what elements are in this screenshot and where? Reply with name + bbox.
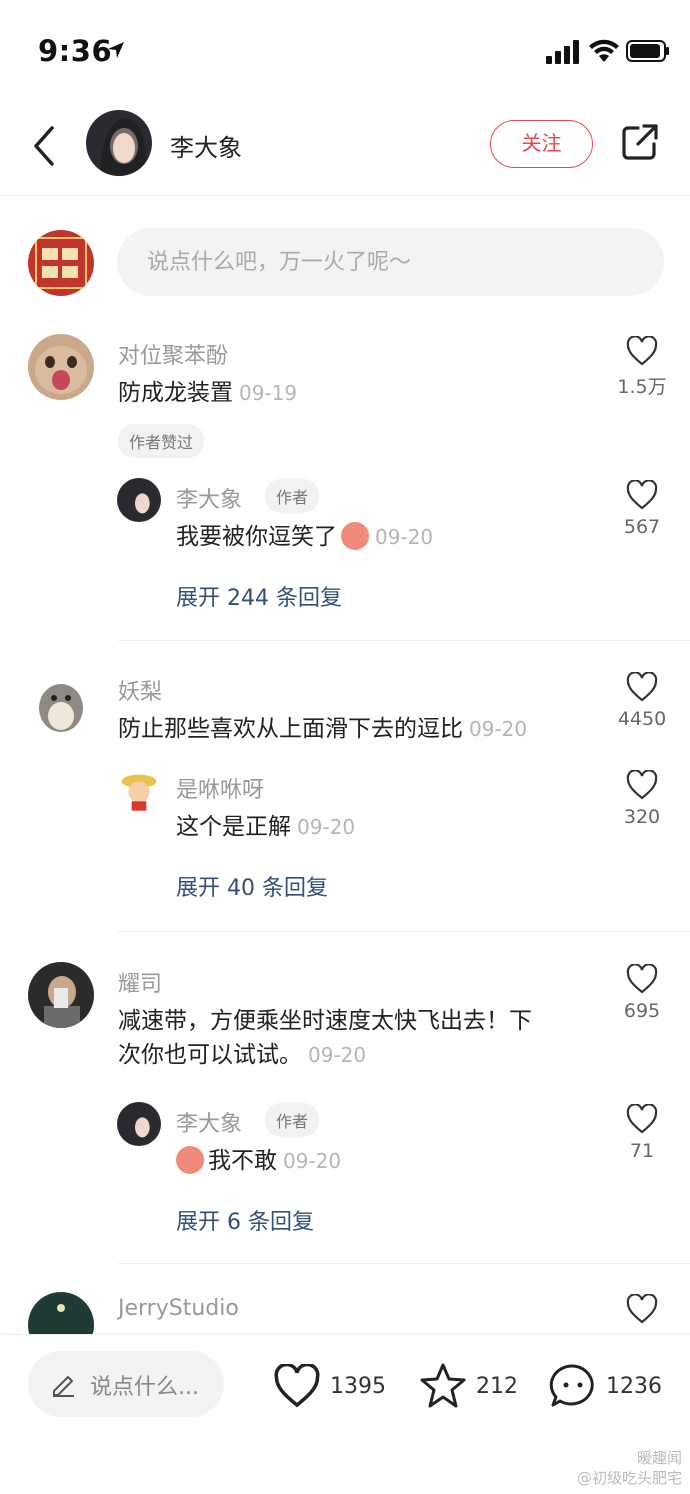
heart-icon[interactable] — [626, 480, 658, 510]
author-tag: 作者 — [265, 1103, 320, 1137]
commenter-name[interactable]: 对位聚苯酚 — [118, 338, 228, 370]
comment-body-line2: 次你也可以试试。 — [118, 1042, 302, 1068]
commenter-avatar[interactable] — [28, 1292, 94, 1334]
comment-like[interactable] — [607, 1294, 677, 1324]
reply-avatar[interactable] — [117, 478, 161, 522]
heart-icon[interactable] — [626, 336, 658, 366]
comment-text: 防止那些喜欢从上面滑下去的逗比 09-20 — [118, 712, 527, 746]
divider — [118, 640, 690, 641]
comment-like[interactable]: 4450 — [607, 672, 677, 730]
comment-text: 减速带，方便乘坐时速度太快飞出去！下 次你也可以试试。 09-20 — [118, 1004, 598, 1072]
reply-body: 这个是正解 — [176, 814, 291, 840]
like-total: 1395 — [330, 1373, 386, 1399]
comment-body: 防成龙装置 — [118, 380, 233, 406]
comment-item: 妖梨 防止那些喜欢从上面滑下去的逗比 09-20 4450 是咻咻呀 这个是正解 0… — [0, 670, 690, 930]
like-button[interactable]: 1395 — [272, 1361, 386, 1411]
comment-date: 09-20 — [308, 1043, 367, 1067]
heart-icon[interactable] — [626, 672, 658, 702]
favorite-button[interactable]: 212 — [418, 1361, 518, 1411]
like-count: 71 — [629, 1140, 655, 1162]
commenter-avatar[interactable] — [28, 670, 94, 736]
star-icon[interactable] — [418, 1362, 468, 1410]
wifi-icon — [589, 39, 619, 62]
reply-text: 这个是正解 09-20 — [176, 810, 355, 844]
like-count: 1.5万 — [617, 376, 667, 398]
reply-body: 我要被你逗笑了 — [176, 524, 337, 550]
heart-icon[interactable] — [272, 1364, 322, 1408]
comment-composer — [0, 228, 690, 298]
comment-total: 1236 — [606, 1373, 662, 1399]
comment-text: 防成龙装置 09-19 — [118, 376, 297, 410]
comment-date: 09-20 — [469, 717, 528, 741]
reply-text: 我不敢 09-20 — [176, 1144, 341, 1178]
heart-icon[interactable] — [626, 964, 658, 994]
watermark: 暖趣闻 @初级吃头肥宅 — [577, 1448, 682, 1488]
comment-item: 耀司 减速带，方便乘坐时速度太快飞出去！下 次你也可以试试。 09-20 695 … — [0, 962, 690, 1262]
bottom-action-bar: 说点什么... 1395 212 1236 暖趣闻 @初级吃头肥宅 — [0, 1334, 690, 1494]
status-time: 9:36 — [38, 34, 113, 68]
heart-icon[interactable] — [626, 1294, 658, 1324]
watermark-line1: 暖趣闻 — [636, 1449, 682, 1467]
favorite-total: 212 — [476, 1373, 518, 1399]
follow-button[interactable]: 关注 — [490, 120, 593, 168]
cellular-signal-icon — [546, 40, 579, 64]
comment-item: JerryStudio — [0, 1292, 690, 1334]
back-chevron-icon[interactable] — [30, 124, 58, 168]
author-avatar[interactable] — [86, 110, 152, 176]
location-arrow-icon — [108, 42, 124, 58]
reply-username[interactable]: 是咻咻呀 — [176, 772, 264, 804]
pencil-icon — [53, 1376, 74, 1397]
laughing-emoji-icon — [341, 522, 369, 550]
reply-date: 09-20 — [375, 525, 434, 549]
comment-date: 09-19 — [239, 381, 298, 405]
reply-like[interactable]: 71 — [607, 1104, 677, 1162]
bottom-comment-input[interactable]: 说点什么... — [28, 1351, 224, 1417]
heart-icon[interactable] — [626, 770, 658, 800]
author-name[interactable]: 李大象 — [170, 128, 242, 163]
reply-date: 09-20 — [297, 815, 356, 839]
like-count: 695 — [623, 1000, 661, 1022]
like-count: 320 — [623, 806, 661, 828]
watermark-line2: @初级吃头肥宅 — [576, 1469, 682, 1487]
header: 李大象 关注 — [0, 100, 690, 196]
battery-icon — [626, 40, 669, 62]
reply-avatar[interactable] — [117, 768, 161, 812]
expand-replies-link[interactable]: 展开 6 条回复 — [176, 1204, 314, 1236]
like-count: 567 — [623, 516, 661, 538]
commenter-name[interactable]: JerryStudio — [118, 1296, 239, 1321]
status-bar: 9:36 — [0, 0, 690, 100]
commenter-avatar[interactable] — [28, 334, 94, 400]
crying-emoji-icon — [176, 1146, 204, 1174]
heart-icon[interactable] — [626, 1104, 658, 1134]
reply-text: 我要被你逗笑了 09-20 — [176, 520, 433, 554]
like-count: 4450 — [617, 708, 667, 730]
comment-item: 对位聚苯酚 防成龙装置 09-19 1.5万 作者赞过 李大象 作者 我要被你逗笑… — [0, 334, 690, 640]
reply-username[interactable]: 李大象 — [176, 1106, 242, 1138]
comment-button[interactable]: 1236 — [548, 1361, 662, 1411]
current-user-avatar — [28, 230, 94, 296]
comment-like[interactable]: 695 — [607, 964, 677, 1022]
divider — [118, 1263, 690, 1264]
comment-input[interactable] — [117, 228, 664, 296]
expand-replies-link[interactable]: 展开 244 条回复 — [176, 580, 342, 612]
share-icon[interactable] — [620, 122, 660, 162]
comment-body-line1: 减速带，方便乘坐时速度太快飞出去！下 — [118, 1008, 532, 1034]
comment-like[interactable]: 1.5万 — [607, 336, 677, 399]
reply-like[interactable]: 567 — [607, 480, 677, 538]
comment-body: 防止那些喜欢从上面滑下去的逗比 — [118, 716, 463, 742]
comment-bubble-icon[interactable] — [548, 1362, 598, 1410]
commenter-avatar[interactable] — [28, 962, 94, 1028]
author-tag: 作者 — [265, 479, 320, 513]
expand-replies-link[interactable]: 展开 40 条回复 — [176, 870, 328, 902]
bottom-input-placeholder: 说点什么... — [90, 1375, 199, 1400]
reply-username[interactable]: 李大象 — [176, 482, 242, 514]
reply-like[interactable]: 320 — [607, 770, 677, 828]
commenter-name[interactable]: 耀司 — [118, 966, 162, 998]
reply-body: 我不敢 — [208, 1148, 277, 1174]
reply-avatar[interactable] — [117, 1102, 161, 1146]
reply-date: 09-20 — [283, 1149, 342, 1173]
divider — [118, 931, 690, 932]
commenter-name[interactable]: 妖梨 — [118, 674, 162, 706]
author-liked-badge: 作者赞过 — [118, 424, 205, 458]
